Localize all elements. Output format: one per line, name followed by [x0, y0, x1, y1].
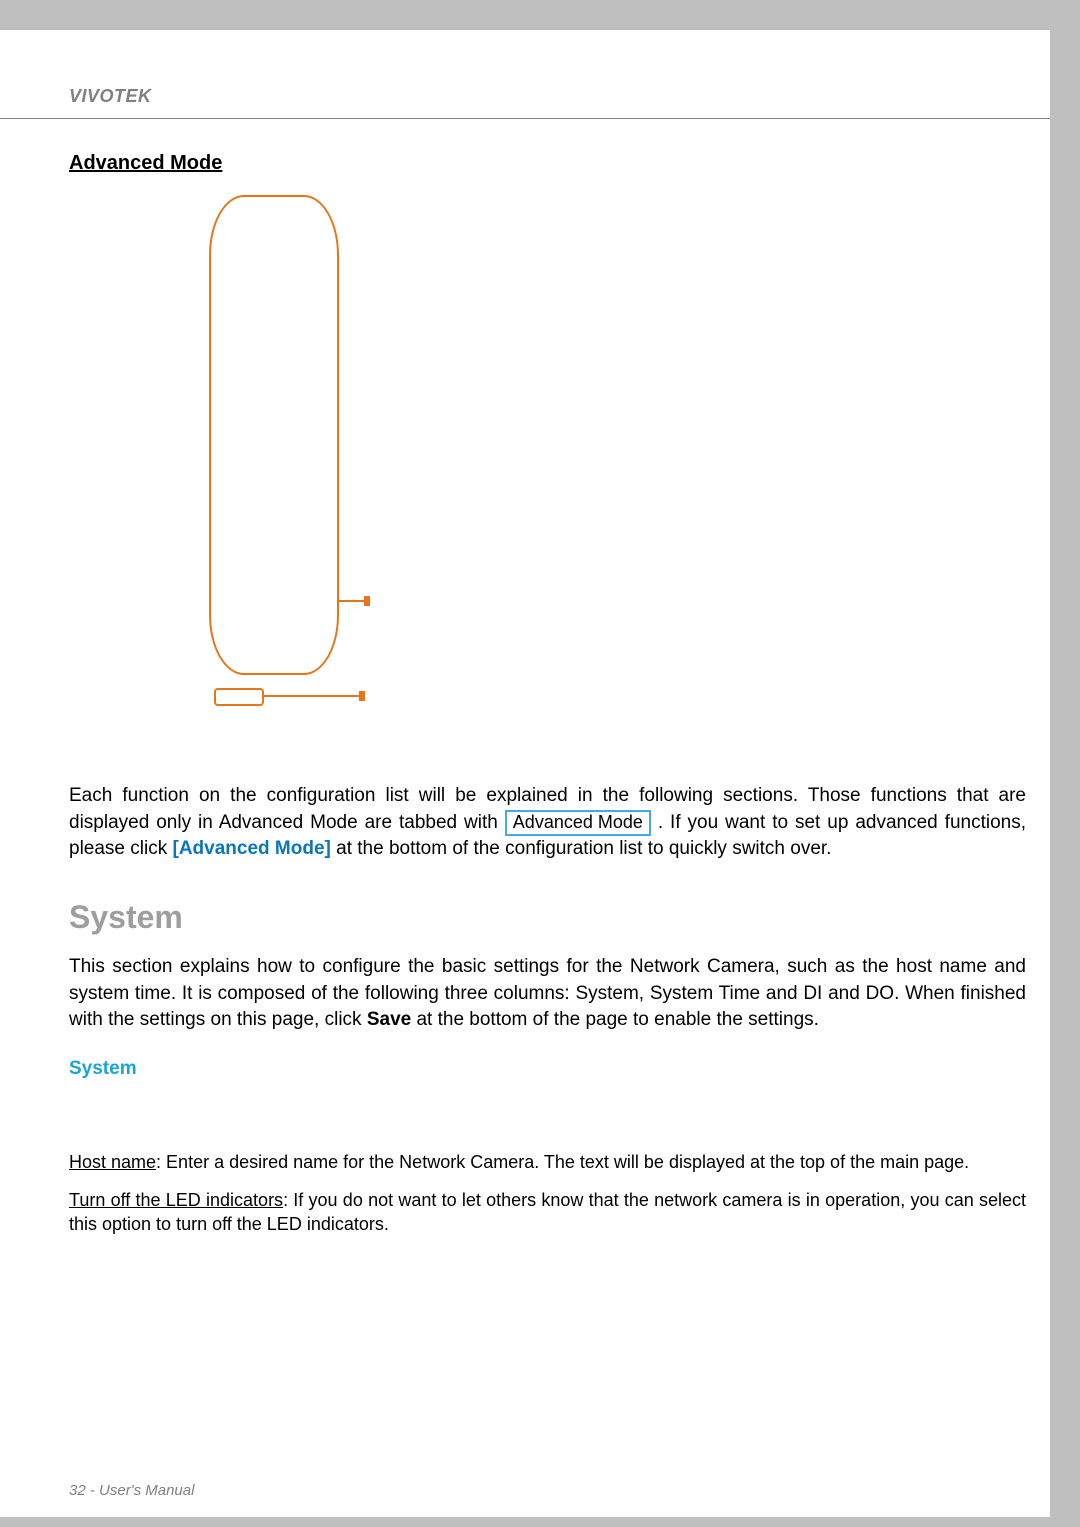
- host-name-paragraph: Host name: Enter a desired name for the …: [69, 1150, 1026, 1174]
- footer-title: User's Manual: [99, 1482, 194, 1499]
- host-name-text: : Enter a desired name for the Network C…: [156, 1152, 969, 1172]
- led-paragraph: Turn off the LED indicators: If you do n…: [69, 1188, 1026, 1237]
- diagram-area: [199, 195, 649, 765]
- led-label: Turn off the LED indicators: [69, 1190, 283, 1210]
- system-text-2: at the bottom of the page to enable the …: [416, 1009, 818, 1030]
- intro-text-2b: at the bottom of the configuration list …: [336, 838, 831, 859]
- system-subheading: System: [69, 1058, 1026, 1080]
- system-paragraph: This section explains how to configure t…: [69, 954, 1026, 1034]
- header-divider: [0, 118, 1050, 119]
- content-area: Advanced Mode Each function on the confi…: [69, 130, 1026, 1237]
- diagram-connector-2: [264, 695, 359, 697]
- host-name-label: Host name: [69, 1152, 156, 1172]
- footer-sep: -: [90, 1482, 99, 1499]
- footer: 32 - User's Manual: [69, 1482, 194, 1499]
- page-number: 32: [69, 1482, 86, 1499]
- diagram-main-box: [209, 195, 339, 675]
- advanced-mode-heading: Advanced Mode: [69, 152, 1026, 175]
- diagram-connector-1: [339, 600, 364, 602]
- diagram-connector-1-end: [364, 596, 370, 606]
- diagram-small-box: [214, 688, 264, 706]
- advanced-mode-tag: Advanced Mode: [505, 810, 651, 837]
- diagram-connector-2-end: [359, 691, 365, 701]
- system-title: System: [69, 899, 1026, 936]
- brand-label: VIVOTEK: [69, 86, 152, 107]
- advanced-mode-link-text: [Advanced Mode]: [173, 838, 331, 859]
- intro-paragraph: Each function on the configuration list …: [69, 783, 1026, 863]
- save-label: Save: [367, 1009, 411, 1030]
